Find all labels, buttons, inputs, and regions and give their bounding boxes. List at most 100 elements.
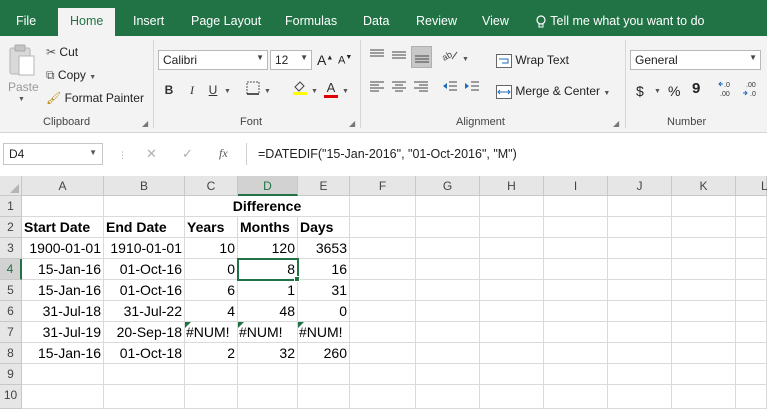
column-header-h[interactable]: H (480, 176, 544, 196)
cell-k5[interactable] (672, 280, 736, 301)
paste-button[interactable] (7, 44, 39, 81)
cell-l9[interactable] (736, 364, 767, 385)
cell-d5[interactable]: 1 (238, 280, 298, 301)
cell-i1[interactable] (544, 196, 608, 217)
decrease-font-size-button[interactable]: A▼ (338, 54, 352, 67)
cell-i10[interactable] (544, 385, 608, 409)
cell-k4[interactable] (672, 259, 736, 280)
tab-formulas[interactable]: Formulas (285, 14, 337, 28)
cell-g1[interactable] (416, 196, 480, 217)
cell-f4[interactable] (350, 259, 416, 280)
cell-a2[interactable]: Start Date (22, 217, 104, 238)
cell-h4[interactable] (480, 259, 544, 280)
formula-input[interactable]: =DATEDIF("15-Jan-2016", "01-Oct-2016", "… (258, 147, 517, 161)
cell-h5[interactable] (480, 280, 544, 301)
column-header-d[interactable]: D (238, 176, 298, 196)
cell-b10[interactable] (104, 385, 185, 409)
cell-l6[interactable] (736, 301, 767, 322)
cell-h10[interactable] (480, 385, 544, 409)
cell-f7[interactable] (350, 322, 416, 343)
column-header-c[interactable]: C (185, 176, 238, 196)
cell-f3[interactable] (350, 238, 416, 259)
cell-e4[interactable]: 16 (298, 259, 350, 280)
cell-a3[interactable]: 1900-01-01 (22, 238, 104, 259)
cell-a5[interactable]: 15-Jan-16 (22, 280, 104, 301)
cell-b9[interactable] (104, 364, 185, 385)
cell-k10[interactable] (672, 385, 736, 409)
cell-i6[interactable] (544, 301, 608, 322)
row-header-3[interactable]: 3 (0, 238, 22, 259)
cell-h1[interactable] (480, 196, 544, 217)
cell-b7[interactable]: 20-Sep-18 (104, 322, 185, 343)
cell-c5[interactable]: 6 (185, 280, 238, 301)
align-top-button[interactable] (368, 48, 386, 66)
cell-b1[interactable] (104, 196, 185, 217)
merge-dropdown-icon[interactable]: ▼ (603, 90, 610, 97)
format-painter-button[interactable]: 🖌 Format Painter (46, 91, 144, 105)
cell-d2[interactable]: Months (238, 217, 298, 238)
cell-k2[interactable] (672, 217, 736, 238)
cell-j8[interactable] (608, 343, 672, 364)
cell-g4[interactable] (416, 259, 480, 280)
cell-f6[interactable] (350, 301, 416, 322)
cell-j3[interactable] (608, 238, 672, 259)
cell-d8[interactable]: 32 (238, 343, 298, 364)
fill-handle[interactable] (294, 276, 300, 282)
bold-button[interactable]: B (160, 81, 178, 99)
cell-c4[interactable]: 0 (185, 259, 238, 280)
cell-c6[interactable]: 4 (185, 301, 238, 322)
cell-i2[interactable] (544, 217, 608, 238)
cell-j10[interactable] (608, 385, 672, 409)
cell-e5[interactable]: 31 (298, 280, 350, 301)
clipboard-launcher-icon[interactable]: ◢ (142, 119, 148, 128)
copy-button[interactable]: ⧉ Copy ▼ (46, 68, 96, 83)
align-bottom-button[interactable] (411, 46, 432, 68)
cell-l4[interactable] (736, 259, 767, 280)
row-header-2[interactable]: 2 (0, 217, 22, 238)
cell-b5[interactable]: 01-Oct-16 (104, 280, 185, 301)
cell-a6[interactable]: 31-Jul-18 (22, 301, 104, 322)
column-header-l[interactable]: L (736, 176, 767, 196)
cancel-entry-button[interactable]: ✕ (146, 146, 157, 162)
column-header-j[interactable]: J (608, 176, 672, 196)
cell-e10[interactable] (298, 385, 350, 409)
cell-h8[interactable] (480, 343, 544, 364)
row-header-4[interactable]: 4 (0, 259, 22, 280)
cell-a4[interactable]: 15-Jan-16 (22, 259, 104, 280)
cell-c2[interactable]: Years (185, 217, 238, 238)
align-center-button[interactable] (390, 80, 408, 98)
cell-d3[interactable]: 120 (238, 238, 298, 259)
cell-e8[interactable]: 260 (298, 343, 350, 364)
cell-d7[interactable]: #NUM! (238, 322, 298, 343)
font-name-select[interactable]: Calibri ▼ (158, 50, 268, 70)
cell-b3[interactable]: 1910-01-01 (104, 238, 185, 259)
cell-k3[interactable] (672, 238, 736, 259)
cell-j5[interactable] (608, 280, 672, 301)
cell-c1-merged[interactable]: Difference (185, 196, 350, 217)
column-header-k[interactable]: K (672, 176, 736, 196)
cell-g10[interactable] (416, 385, 480, 409)
cell-a9[interactable] (22, 364, 104, 385)
row-header-10[interactable]: 10 (0, 385, 22, 409)
cell-l10[interactable] (736, 385, 767, 409)
cell-j7[interactable] (608, 322, 672, 343)
cell-g3[interactable] (416, 238, 480, 259)
cell-j6[interactable] (608, 301, 672, 322)
italic-button[interactable]: I (183, 81, 201, 99)
cell-e2[interactable]: Days (298, 217, 350, 238)
cell-e6[interactable]: 0 (298, 301, 350, 322)
number-format-select[interactable]: General ▼ (630, 50, 761, 70)
underline-dropdown-icon[interactable]: ▼ (224, 88, 231, 95)
cell-f8[interactable] (350, 343, 416, 364)
copy-dropdown-icon[interactable]: ▼ (89, 74, 96, 81)
cell-f5[interactable] (350, 280, 416, 301)
cell-k1[interactable] (672, 196, 736, 217)
font-launcher-icon[interactable]: ◢ (349, 119, 355, 128)
font-color-button[interactable]: A (322, 79, 340, 98)
orientation-dropdown-icon[interactable]: ▼ (462, 56, 469, 63)
increase-indent-button[interactable] (463, 80, 481, 98)
cell-d6[interactable]: 48 (238, 301, 298, 322)
font-color-dropdown-icon[interactable]: ▼ (342, 88, 349, 95)
cell-g2[interactable] (416, 217, 480, 238)
column-header-f[interactable]: F (350, 176, 416, 196)
